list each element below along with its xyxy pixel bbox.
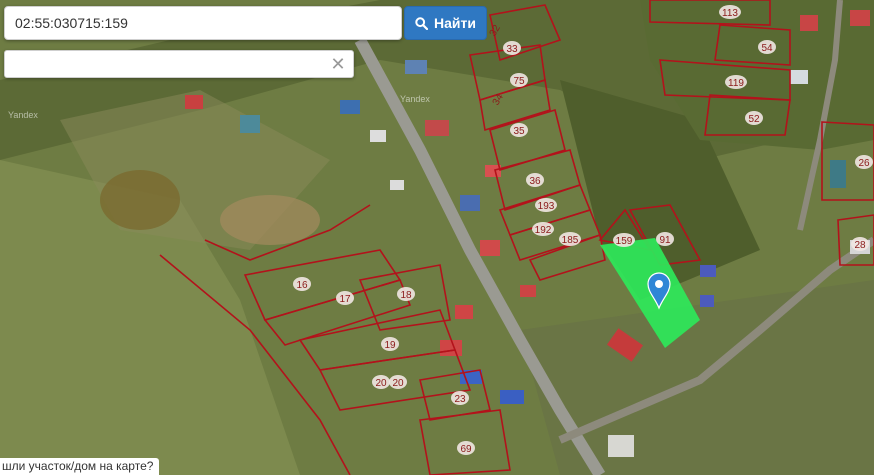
plot-label: 20 [375,378,387,389]
tree-cluster [100,170,180,230]
plot-label: 20 [392,378,404,389]
plot-label: 119 [728,78,744,89]
plot-label: 35 [513,126,525,137]
plot-label: 113 [722,8,738,19]
plot-label: 193 [538,201,555,212]
secondary-input[interactable] [5,51,325,77]
yandex-watermark: Yandex [8,110,38,120]
cadastral-search-box[interactable] [4,6,402,40]
secondary-input-box[interactable]: ✕ [4,50,354,78]
find-button[interactable]: Найти [404,6,487,40]
plot-label: 159 [616,236,633,247]
yandex-watermark: Yandex [400,94,430,104]
plot-label: 26 [858,158,870,169]
find-button-label: Найти [434,15,476,31]
plot-label: 33 [506,44,518,55]
cadastral-search-input[interactable] [5,7,401,39]
plot-label: 23 [454,394,466,405]
plot-label: 18 [400,290,412,301]
plot-label: 19 [384,340,396,351]
plot-label: 36 [529,176,541,187]
plot-label: 192 [535,225,552,236]
plot-label: 75 [513,76,525,87]
plot-label: 54 [761,43,773,54]
clear-icon[interactable]: ✕ [329,55,347,73]
search-icon [415,16,429,30]
plot-label: 28 [854,240,866,251]
bare-patch [220,195,320,245]
plot-label: 17 [339,294,351,305]
plot-label: 69 [460,444,472,455]
plot-label: 16 [296,280,308,291]
bottom-tip[interactable]: шли участок/дом на карте? [0,458,160,475]
plot-label: 91 [659,235,671,246]
plot-label: 185 [562,235,579,246]
plot-label: 52 [748,114,760,125]
